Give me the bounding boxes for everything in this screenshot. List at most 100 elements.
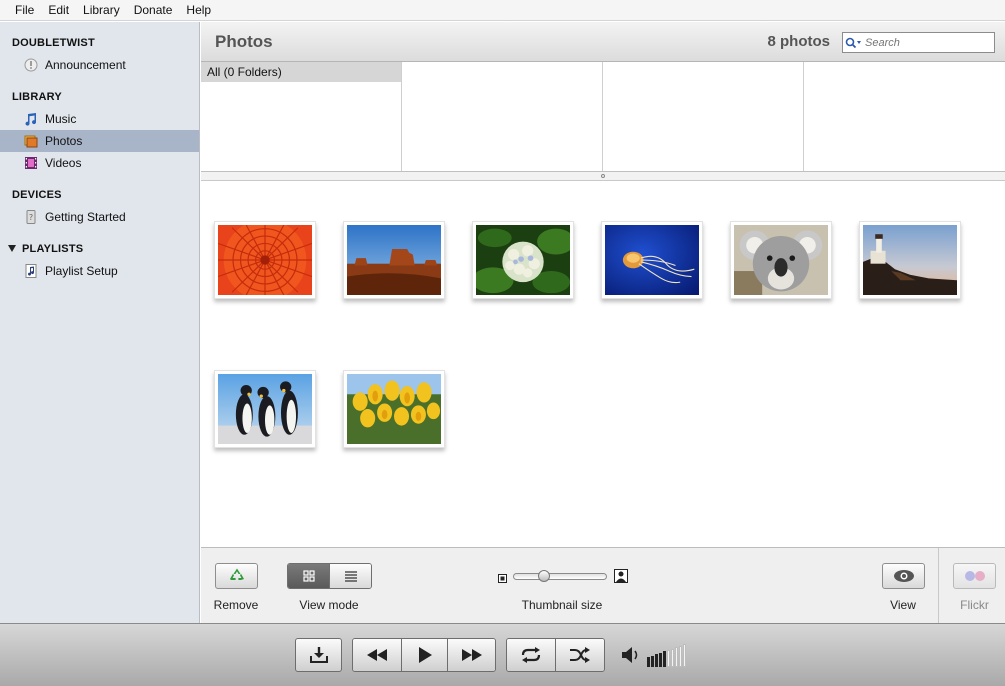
sidebar-item-label: Photos (45, 134, 83, 148)
small-thumbnail-icon (498, 572, 507, 586)
list-icon (344, 571, 357, 582)
volume-bar[interactable] (651, 655, 654, 667)
announcement-icon (24, 58, 38, 72)
sidebar: DOUBLETWIST Announcement LIBRARY Music P… (0, 22, 200, 623)
remove-button[interactable] (215, 563, 258, 589)
sidebar-section-devices: DEVICES (12, 189, 62, 201)
player-bar (0, 623, 1005, 686)
menu-help[interactable]: Help (179, 0, 218, 20)
recycle-icon (229, 568, 244, 580)
thumbnail-size-slider-knob[interactable] (538, 570, 550, 582)
volume-bar[interactable] (647, 657, 650, 667)
repeat-button[interactable] (507, 639, 555, 671)
view-button[interactable] (882, 563, 925, 589)
sidebar-item-videos[interactable]: Videos (0, 152, 199, 174)
flickr-label: Flickr (960, 598, 989, 612)
photo-thumbnail-koala[interactable] (730, 221, 832, 299)
photo-thumbnail-orange-flower[interactable] (214, 221, 316, 299)
menu-donate[interactable]: Donate (127, 0, 180, 20)
view-mode-label: View mode (299, 598, 359, 612)
volume-bar[interactable] (663, 651, 666, 667)
volume-bar[interactable] (679, 645, 682, 667)
toolbar-divider (938, 548, 939, 624)
menu-library[interactable]: Library (76, 0, 127, 20)
shuffle-icon (570, 647, 590, 663)
disclosure-triangle-icon[interactable] (8, 244, 16, 252)
menu-edit[interactable]: Edit (41, 0, 76, 20)
photo-thumbnail-tulips[interactable] (343, 370, 445, 448)
volume-bar[interactable] (655, 654, 658, 667)
play-icon (418, 647, 432, 663)
sidebar-item-playlist-setup[interactable]: Playlist Setup (0, 260, 199, 282)
flickr-button[interactable] (953, 563, 996, 589)
fast-forward-icon (461, 649, 482, 661)
list-view-button[interactable] (329, 564, 371, 588)
play-button[interactable] (401, 639, 447, 671)
volume-bar[interactable] (671, 648, 674, 667)
film-icon (24, 156, 38, 170)
shuffle-button[interactable] (555, 639, 604, 671)
photo-thumbnail-penguins[interactable] (214, 370, 316, 448)
sidebar-section-playlists[interactable]: PLAYLISTS (0, 238, 199, 260)
folder-browser: All (0 Folders) (201, 62, 1005, 172)
browser-column (603, 62, 804, 171)
search-input[interactable] (865, 36, 985, 49)
sidebar-item-photos[interactable]: Photos (0, 130, 199, 152)
browser-column (804, 62, 1005, 171)
transport-controls (352, 638, 496, 672)
sidebar-section-label: PLAYLISTS (22, 243, 84, 255)
view-label: View (890, 598, 916, 612)
download-tray-icon (309, 647, 328, 663)
flickr-icon (964, 571, 985, 581)
device-question-icon: ? (24, 210, 38, 224)
rewind-button[interactable] (353, 639, 401, 671)
sidebar-item-music[interactable]: Music (0, 108, 199, 130)
volume-bar[interactable] (667, 650, 670, 667)
sidebar-item-getting-started[interactable]: ? Getting Started (0, 206, 199, 228)
photo-thumbnail-jellyfish[interactable] (601, 221, 703, 299)
fast-forward-button[interactable] (447, 639, 495, 671)
thumbnail-size-slider[interactable] (513, 570, 607, 582)
playback-mode-controls (506, 638, 605, 672)
remove-label: Remove (213, 598, 259, 612)
content-header: Photos 8 photos (201, 22, 1005, 62)
import-button[interactable] (295, 638, 342, 672)
page-title: Photos (215, 32, 273, 51)
browser-splitter[interactable] (201, 172, 1005, 181)
search-icon[interactable] (843, 37, 865, 49)
browser-column (402, 62, 603, 171)
volume-level-bars[interactable] (647, 643, 687, 667)
photo-thumbnail-desert-butte[interactable] (343, 221, 445, 299)
sidebar-item-label: Announcement (45, 58, 126, 72)
sidebar-item-announcement[interactable]: Announcement (0, 54, 199, 76)
photo-thumbnail-hydrangea[interactable] (472, 221, 574, 299)
menu-file[interactable]: File (8, 0, 41, 20)
eye-icon (893, 570, 914, 582)
volume-bar[interactable] (683, 644, 686, 667)
view-mode-toggle[interactable] (287, 563, 372, 589)
sidebar-item-label: Getting Started (45, 210, 126, 224)
grid-icon (302, 570, 315, 582)
volume-control[interactable] (621, 642, 687, 668)
photo-count: 8 photos (767, 33, 831, 50)
photos-icon (24, 134, 38, 148)
sidebar-item-label: Videos (45, 156, 82, 170)
sidebar-section-doubletwist: DOUBLETWIST (12, 37, 95, 49)
volume-bar[interactable] (675, 647, 678, 667)
volume-bar[interactable] (659, 652, 662, 667)
grid-view-button[interactable] (288, 564, 329, 588)
browser-row-all-folders[interactable]: All (0 Folders) (201, 62, 401, 82)
svg-text:?: ? (29, 213, 33, 222)
photo-grid (201, 182, 1005, 547)
browser-column: All (0 Folders) (201, 62, 402, 171)
splitter-grip-icon[interactable] (601, 174, 605, 178)
thumbnail-size-label: Thumbnail size (521, 598, 603, 612)
photo-thumbnail-lighthouse[interactable] (859, 221, 961, 299)
sidebar-item-label: Music (45, 112, 77, 126)
repeat-icon (521, 647, 541, 663)
bottom-toolbar: Remove View mode Thumbnail size View Fli… (201, 547, 1005, 624)
playlist-icon (24, 264, 38, 278)
sidebar-item-label: Playlist Setup (45, 264, 118, 278)
speaker-icon[interactable] (621, 646, 643, 664)
search-box[interactable] (842, 32, 995, 53)
